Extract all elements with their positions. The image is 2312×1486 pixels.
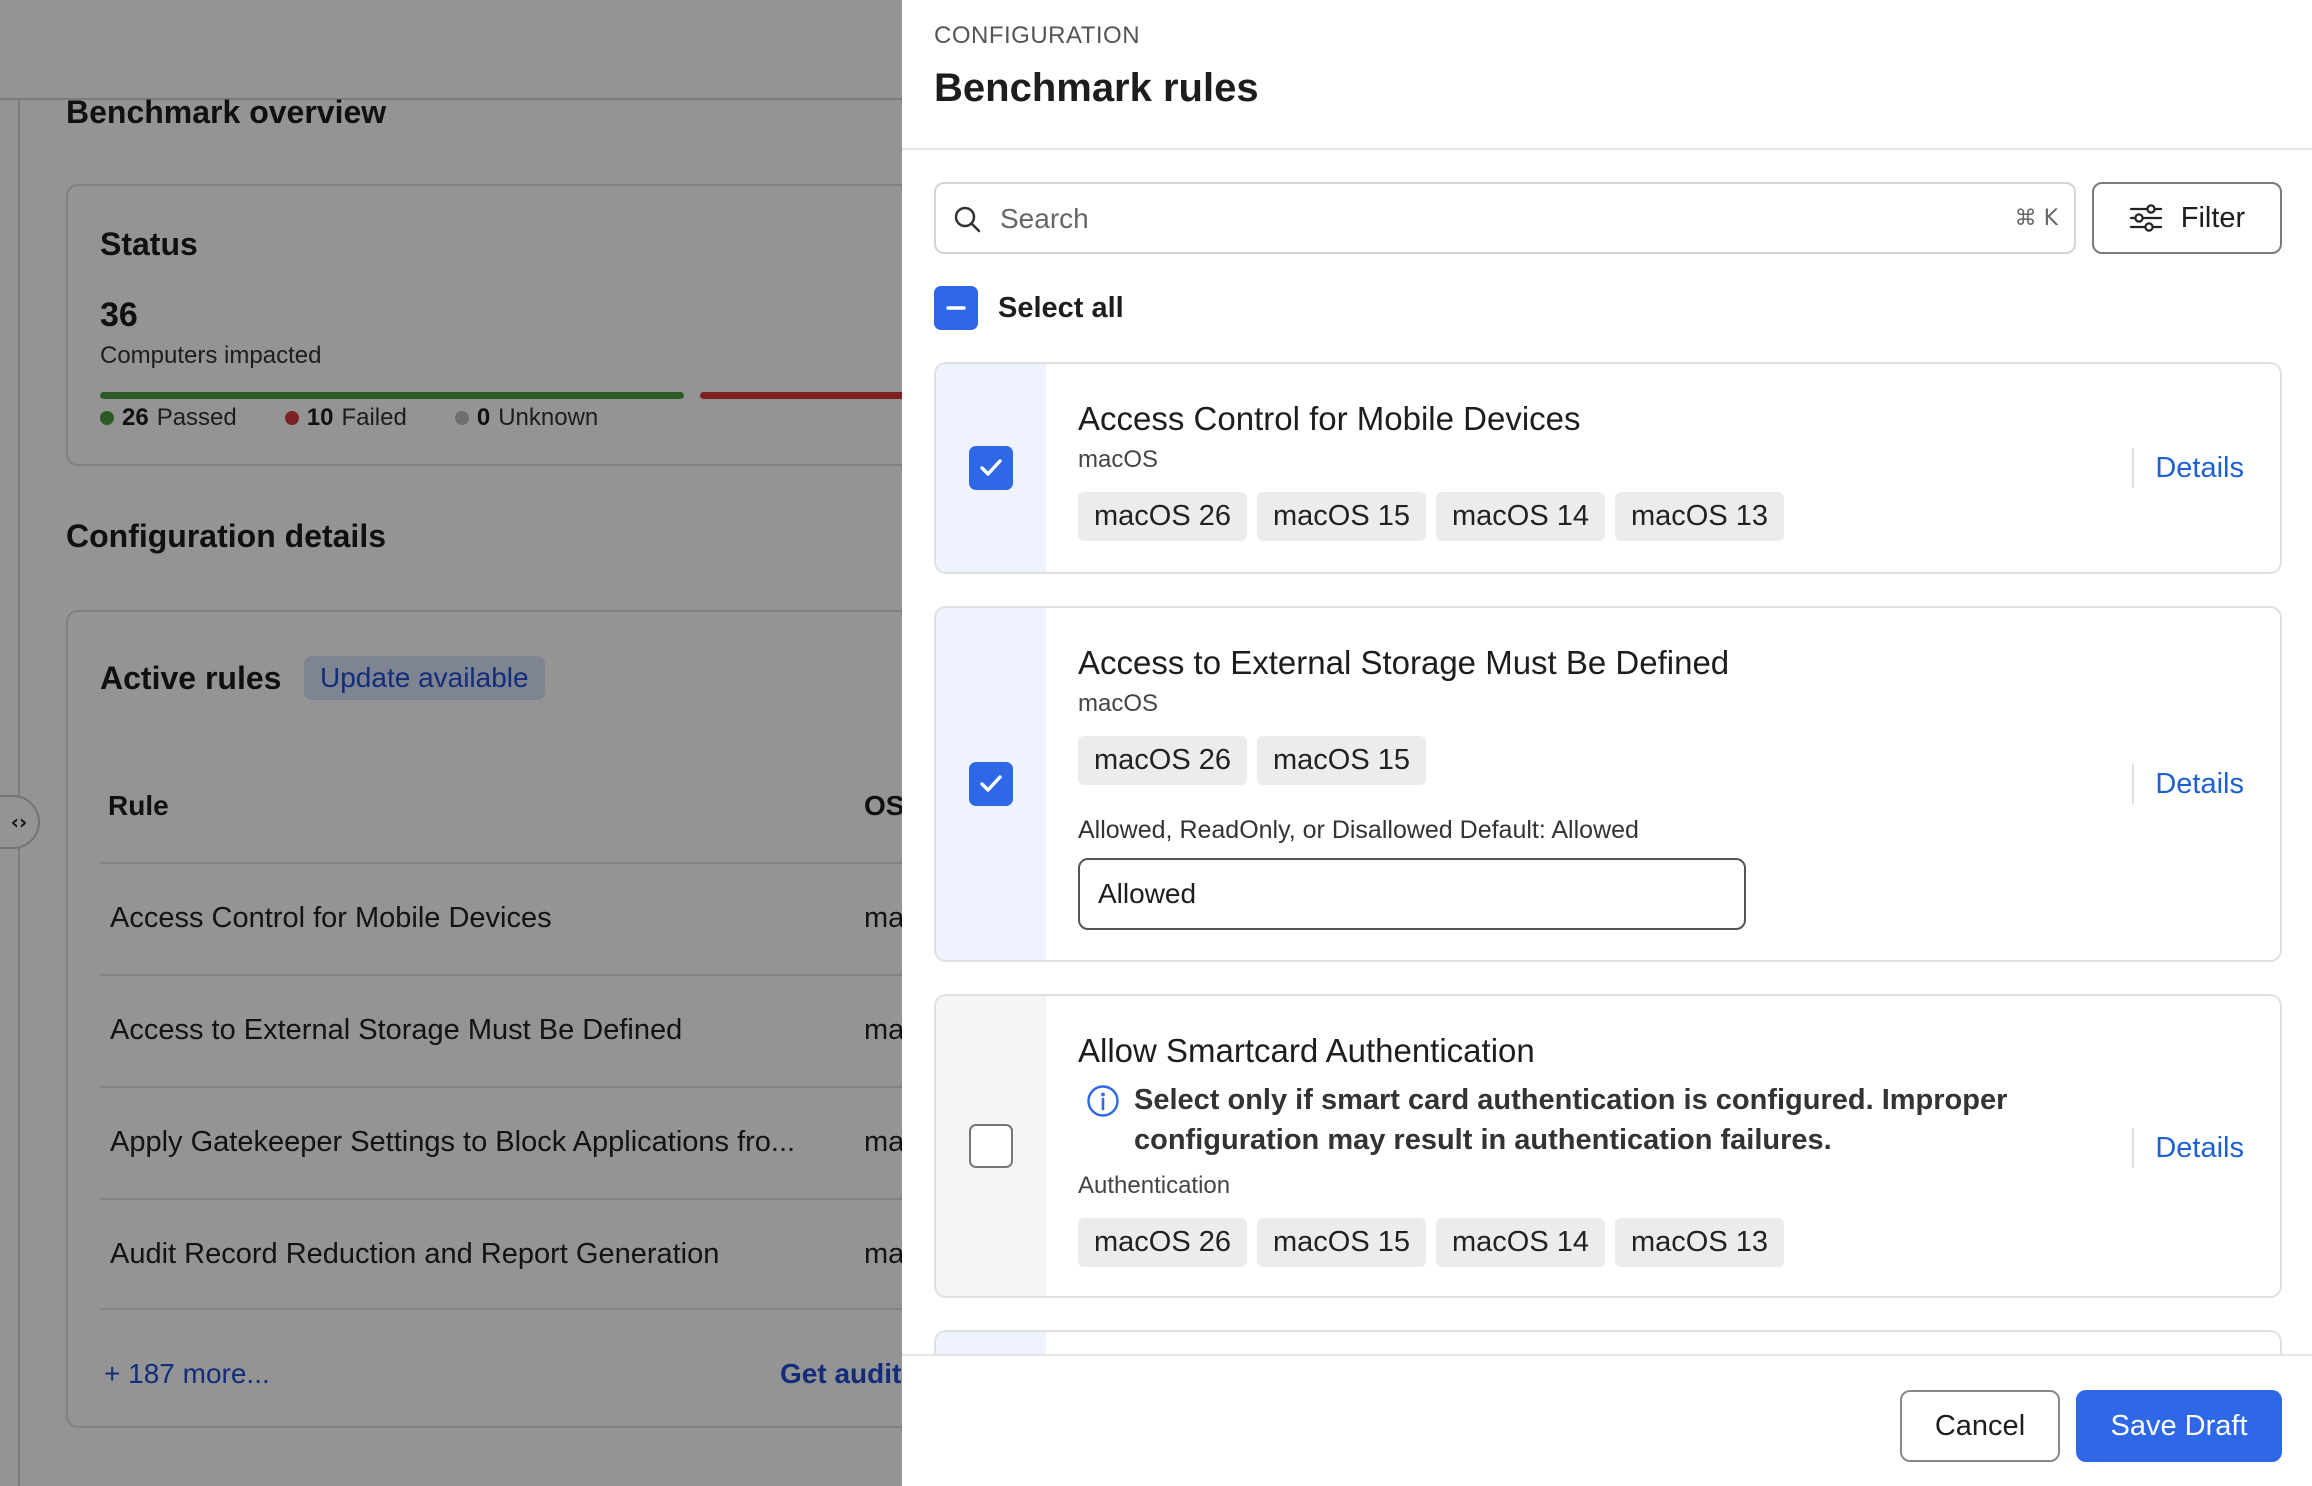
os-tag: macOS 13 (1615, 492, 1784, 541)
info-icon (1087, 1085, 1119, 1117)
rule-category: macOS (1078, 446, 1159, 473)
keyboard-shortcut-hint: ⌘ K (2014, 206, 2058, 231)
search-icon (954, 206, 981, 233)
rule-card: Access to External Storage Must Be Defin… (934, 606, 2282, 962)
details-link[interactable]: Details (2155, 768, 2244, 801)
warning-text: Select only if smart card authentication… (1134, 1084, 2008, 1156)
rule-category: Authentication (1078, 1172, 1231, 1199)
rule-checkbox-cell (936, 364, 1046, 572)
drawer-header: CONFIGURATION Benchmark rules (902, 0, 2312, 150)
os-tag: macOS 15 (1257, 1218, 1426, 1267)
drawer-eyebrow: CONFIGURATION (934, 22, 1141, 49)
select-all-checkbox[interactable] (934, 286, 978, 330)
os-tags: macOS 26 macOS 15 macOS 14 macOS 13 (1078, 492, 1784, 541)
benchmark-rules-drawer: CONFIGURATION Benchmark rules ⌘ K Filter… (902, 0, 2312, 1486)
rule-checkbox-cell (936, 996, 1046, 1296)
checkmark-icon (980, 775, 1002, 792)
os-tag: macOS 14 (1436, 492, 1605, 541)
filter-label: Filter (2180, 201, 2246, 234)
os-tag: macOS 13 (1615, 1218, 1784, 1267)
os-tags: macOS 26 macOS 15 (1078, 736, 1426, 785)
rule-checkbox-cell (936, 608, 1046, 960)
drawer-title: Benchmark rules (934, 66, 1259, 110)
details-link[interactable]: Details (2155, 1132, 2244, 1165)
warning-note: Select only if smart card authentication… (1086, 1080, 2034, 1160)
rule-name: Allow Smartcard Authentication (1078, 1032, 1535, 1069)
os-tag: macOS 14 (1436, 1218, 1605, 1267)
rule-category: macOS (1078, 690, 1159, 717)
cancel-button[interactable]: Cancel (1900, 1390, 2060, 1462)
rule-checkbox[interactable] (969, 446, 1013, 490)
rule-checkbox[interactable] (969, 762, 1013, 806)
rule-name: Access Control for Mobile Devices (1078, 400, 1581, 437)
details-divider (2132, 448, 2134, 488)
select-all-label: Select all (998, 291, 1124, 324)
drawer-footer: Cancel Save Draft (902, 1354, 2312, 1486)
filter-button[interactable]: Filter (2092, 182, 2282, 254)
save-draft-button[interactable]: Save Draft (2076, 1390, 2282, 1462)
sliders-icon (2129, 204, 2162, 232)
search-box[interactable]: ⌘ K (934, 182, 2076, 254)
rule-card: Access Control for Mobile Devices macOS … (934, 362, 2282, 574)
details-divider (2132, 1128, 2134, 1168)
details-link[interactable]: Details (2155, 452, 2244, 485)
os-tags: macOS 26 macOS 15 macOS 14 macOS 13 (1078, 1218, 1784, 1267)
os-tag: macOS 26 (1078, 492, 1247, 541)
parameter-label: Allowed, ReadOnly, or Disallowed Default… (1078, 816, 1639, 844)
os-tag: macOS 15 (1257, 492, 1426, 541)
search-input[interactable] (1000, 196, 1960, 242)
checkmark-icon (980, 459, 1002, 476)
details-divider (2132, 764, 2134, 804)
rule-name: Access to External Storage Must Be Defin… (1078, 644, 1730, 681)
os-tag: macOS 15 (1257, 736, 1426, 785)
indeterminate-dash-icon (946, 306, 966, 310)
rule-card: Allow Smartcard Authentication Select on… (934, 994, 2282, 1298)
rule-checkbox[interactable] (969, 1124, 1013, 1168)
parameter-input[interactable] (1078, 858, 1746, 930)
os-tag: macOS 26 (1078, 736, 1247, 785)
select-all[interactable]: Select all (934, 286, 1124, 330)
os-tag: macOS 26 (1078, 1218, 1247, 1267)
